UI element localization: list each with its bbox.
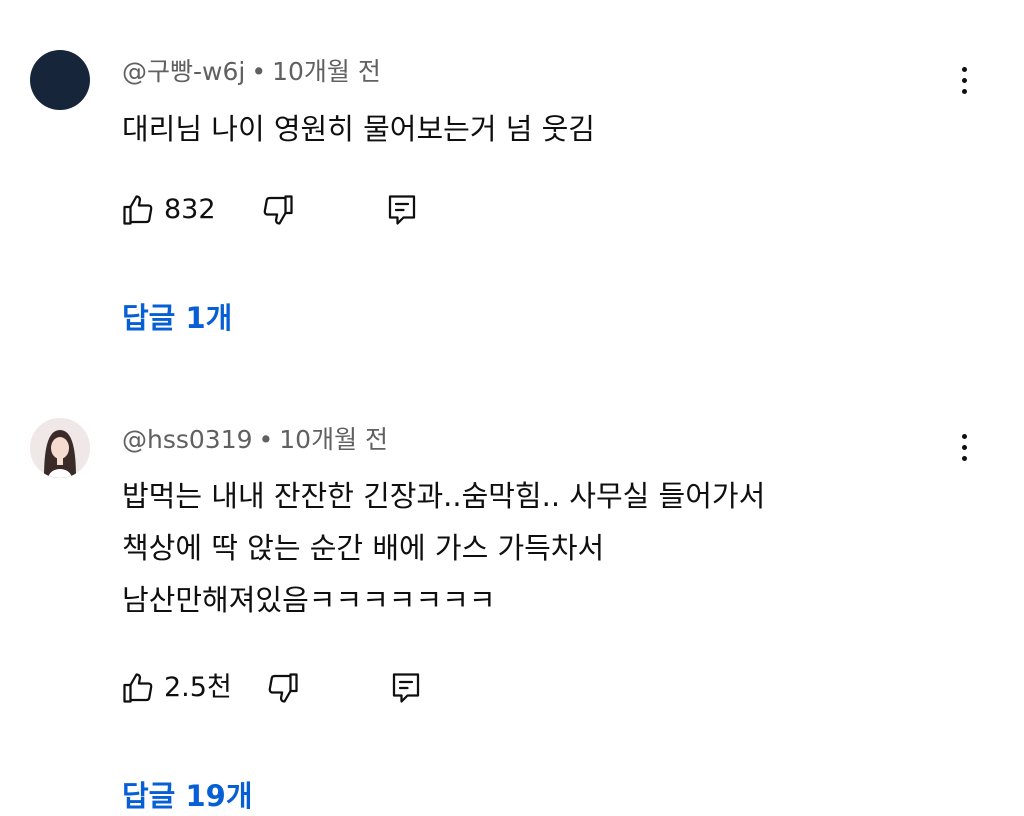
comment-time[interactable]: 10개월 전 (272, 57, 381, 86)
like-count: 832 (164, 194, 216, 225)
comment-line: 남산만해져있음ㅋㅋㅋㅋㅋㅋㅋ (122, 583, 496, 617)
reply-comment-icon (388, 195, 416, 225)
like-button[interactable]: 2.5천 (120, 668, 232, 708)
more-vertical-icon (961, 66, 967, 72)
comment-line: 밥먹는 내내 잔잔한 긴장과..숨막힘.. 사무실 들어가서 (122, 479, 766, 513)
more-vertical-icon (961, 433, 967, 439)
author-handle[interactable]: @hss0319 (122, 425, 253, 454)
more-options-button[interactable] (948, 427, 980, 467)
view-replies-link[interactable]: 답글 19개 (122, 776, 253, 816)
thumbs-up-icon (123, 673, 153, 703)
comment-text: 밥먹는 내내 잔잔한 긴장과..숨막힘.. 사무실 들어가서 책상에 딱 앉는 … (122, 472, 765, 624)
meta-separator: • (251, 57, 267, 86)
author-avatar[interactable] (30, 50, 90, 110)
profile-photo-avatar (30, 418, 90, 478)
view-replies-link[interactable]: 답글 1개 (122, 298, 232, 338)
comment-text: 대리님 나이 영원히 물어보는거 넘 웃김 (122, 105, 595, 153)
comment-meta: @구빵-w6j • 10개월 전 (122, 54, 381, 90)
thumbs-down-icon (268, 673, 298, 703)
dislike-button[interactable] (260, 190, 296, 230)
meta-separator: • (258, 425, 274, 454)
reply-button[interactable] (388, 668, 424, 708)
thumbs-up-icon (123, 195, 153, 225)
reply-button[interactable] (384, 190, 420, 230)
reply-comment-icon (392, 673, 420, 703)
author-handle[interactable]: @구빵-w6j (122, 57, 245, 86)
comment-actions: 2.5천 (120, 668, 480, 708)
author-avatar[interactable] (30, 418, 90, 478)
dislike-button[interactable] (265, 668, 301, 708)
comment-line: 대리님 나이 영원히 물어보는거 넘 웃김 (122, 112, 595, 146)
comment-actions: 832 (120, 190, 480, 230)
like-button[interactable]: 832 (120, 190, 216, 230)
comment-meta: @hss0319 • 10개월 전 (122, 422, 388, 458)
more-options-button[interactable] (948, 60, 980, 100)
thumbs-down-icon (263, 195, 293, 225)
comment-time[interactable]: 10개월 전 (279, 425, 388, 454)
comment-line: 책상에 딱 앉는 순간 배에 가스 가득차서 (122, 531, 605, 565)
like-count: 2.5천 (164, 672, 232, 703)
